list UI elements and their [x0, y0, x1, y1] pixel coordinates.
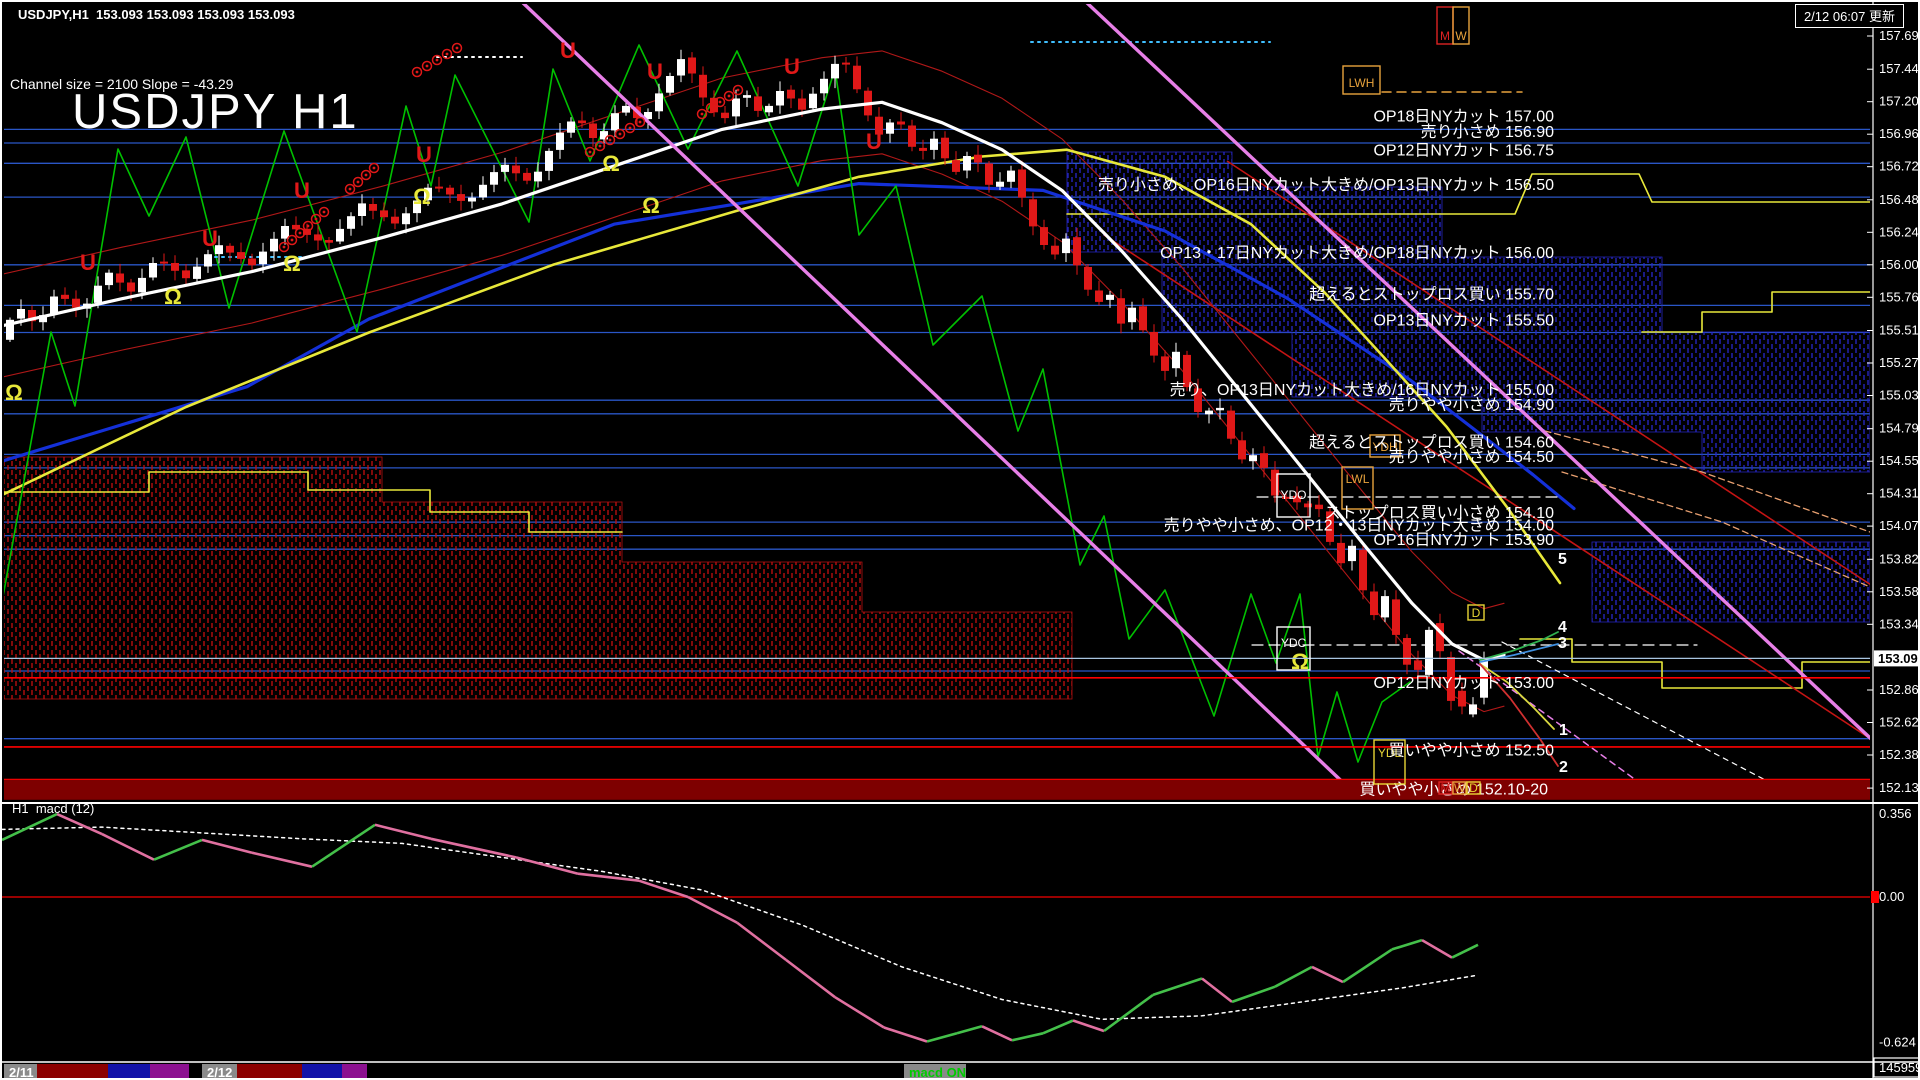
macd-toggle-chip: macd ON: [909, 1065, 966, 1080]
svg-text:YDO: YDO: [1280, 488, 1306, 502]
svg-text:OP13・17日NYカット大きめ/OP18日NYカット 15: OP13・17日NYカット大きめ/OP18日NYカット 156.00: [1160, 244, 1554, 262]
svg-text:154.070: 154.070: [1879, 518, 1920, 533]
svg-text:156.965: 156.965: [1879, 126, 1920, 141]
svg-text:0.356: 0.356: [1879, 806, 1912, 821]
svg-text:154.310: 154.310: [1879, 486, 1920, 501]
symbol-quote-line: USDJPY,H1 153.093 153.093 153.093 153.09…: [18, 7, 295, 22]
svg-text:156.725: 156.725: [1879, 159, 1920, 174]
current-price-tag: 153.093: [1878, 651, 1920, 666]
svg-text:152.620: 152.620: [1879, 715, 1920, 730]
svg-text:155.760: 155.760: [1879, 289, 1920, 304]
svg-text:U: U: [647, 59, 663, 84]
svg-text:152.380: 152.380: [1879, 747, 1920, 762]
chart-canvas[interactable]: UUUUUUUUΩΩΩΩΩΩΩ買いやや小さめ 152.10-20LWHMWYDH…: [2, 2, 1920, 1080]
svg-text:Ω: Ω: [283, 251, 301, 276]
svg-text:OP18日NYカット 157.00: OP18日NYカット 157.00: [1373, 108, 1554, 125]
svg-text:W: W: [1455, 29, 1467, 43]
svg-text:OP12日NYカット 156.75: OP12日NYカット 156.75: [1373, 142, 1554, 159]
svg-text:153.585: 153.585: [1879, 584, 1920, 599]
svg-text:U: U: [202, 226, 218, 251]
svg-text:M: M: [1441, 781, 1451, 795]
svg-text:M: M: [1440, 29, 1450, 43]
svg-text:155.035: 155.035: [1879, 388, 1920, 403]
svg-text:155.275: 155.275: [1879, 355, 1920, 370]
svg-text:U: U: [560, 38, 576, 63]
svg-text:LWH: LWH: [1349, 76, 1375, 90]
session-timeline-bar: 2/11 2/12 macd ON: [4, 1064, 966, 1080]
svg-text:売りやや小さめ 154.50: 売りやや小さめ 154.50: [1389, 448, 1554, 466]
svg-text:156.240: 156.240: [1879, 224, 1920, 239]
svg-text:Ω: Ω: [642, 193, 660, 218]
chart-watermark-title: USDJPY H1: [72, 84, 359, 140]
svg-text:OP13日NYカット 155.50: OP13日NYカット 155.50: [1373, 313, 1554, 330]
svg-text:LWL: LWL: [1346, 472, 1370, 486]
svg-text:153.345: 153.345: [1879, 616, 1920, 631]
macd-indicator-label: H1 macd (12): [12, 801, 94, 816]
projection-number: 4: [1558, 619, 1567, 636]
svg-text:152.860: 152.860: [1879, 682, 1920, 697]
svg-text:OP12日NYカット 153.00: OP12日NYカット 153.00: [1373, 675, 1554, 692]
price-axis: 157.690 157.445 157.205 156.965 156.725 156.4…: [1867, 28, 1920, 1077]
projection-number: 1: [1559, 722, 1568, 739]
svg-text:-0.624: -0.624: [1879, 1034, 1916, 1049]
svg-text:U: U: [416, 142, 432, 167]
svg-text:152.135: 152.135: [1879, 780, 1920, 795]
support-band: [2, 779, 1870, 800]
projection-number: 2: [1559, 759, 1568, 776]
macd-panel: [2, 814, 1870, 1041]
update-time-chip[interactable]: 2/12 06:07 更新: [1795, 4, 1904, 28]
svg-text:売りやや小さめ 154.90: 売りやや小さめ 154.90: [1389, 396, 1554, 414]
svg-text:157.690: 157.690: [1879, 28, 1920, 43]
svg-text:U: U: [294, 178, 310, 203]
svg-text:Ω: Ω: [413, 184, 431, 209]
projection-number: 3: [1558, 635, 1567, 652]
svg-text:154.790: 154.790: [1879, 421, 1920, 436]
svg-text:Ω: Ω: [602, 151, 620, 176]
date-label: 2/12: [207, 1065, 232, 1080]
svg-text:156.480: 156.480: [1879, 192, 1920, 207]
svg-text:売り小さめ 156.90: 売り小さめ 156.90: [1421, 123, 1554, 141]
svg-text:157.445: 157.445: [1879, 61, 1920, 76]
svg-text:OP16日NYカット 153.90: OP16日NYカット 153.90: [1373, 532, 1554, 549]
svg-text:U: U: [784, 54, 800, 79]
svg-text:W: W: [1454, 781, 1466, 795]
svg-text:157.205: 157.205: [1879, 94, 1920, 109]
svg-text:Ω: Ω: [164, 284, 182, 309]
svg-text:154.550: 154.550: [1879, 453, 1920, 468]
svg-text:U: U: [866, 129, 882, 154]
svg-text:0.00: 0.00: [1879, 889, 1904, 904]
svg-text:買いやや小さめ 152.50: 買いやや小さめ 152.50: [1389, 742, 1554, 760]
svg-text:D: D: [1469, 781, 1478, 795]
svg-text:156.000: 156.000: [1879, 257, 1920, 272]
svg-text:U: U: [80, 250, 96, 275]
svg-text:YDC: YDC: [1281, 636, 1307, 650]
svg-text:155.515: 155.515: [1879, 323, 1920, 338]
svg-text:売り小さめ、OP16日NYカット大きめ/OP13日NYカット: 売り小さめ、OP16日NYカット大きめ/OP13日NYカット 156.50: [1098, 176, 1554, 194]
svg-text:153.825: 153.825: [1879, 551, 1920, 566]
svg-text:D: D: [1472, 606, 1481, 620]
svg-text:超えるとストップロス買い 155.70: 超えるとストップロス買い 155.70: [1309, 285, 1554, 303]
trading-chart-window: UUUUUUUUΩΩΩΩΩΩΩ買いやや小さめ 152.10-20LWHMWYDH…: [0, 0, 1920, 1080]
svg-text:Ω: Ω: [5, 380, 23, 405]
date-label: 2/11: [9, 1065, 34, 1080]
projection-number: 5: [1558, 551, 1567, 568]
